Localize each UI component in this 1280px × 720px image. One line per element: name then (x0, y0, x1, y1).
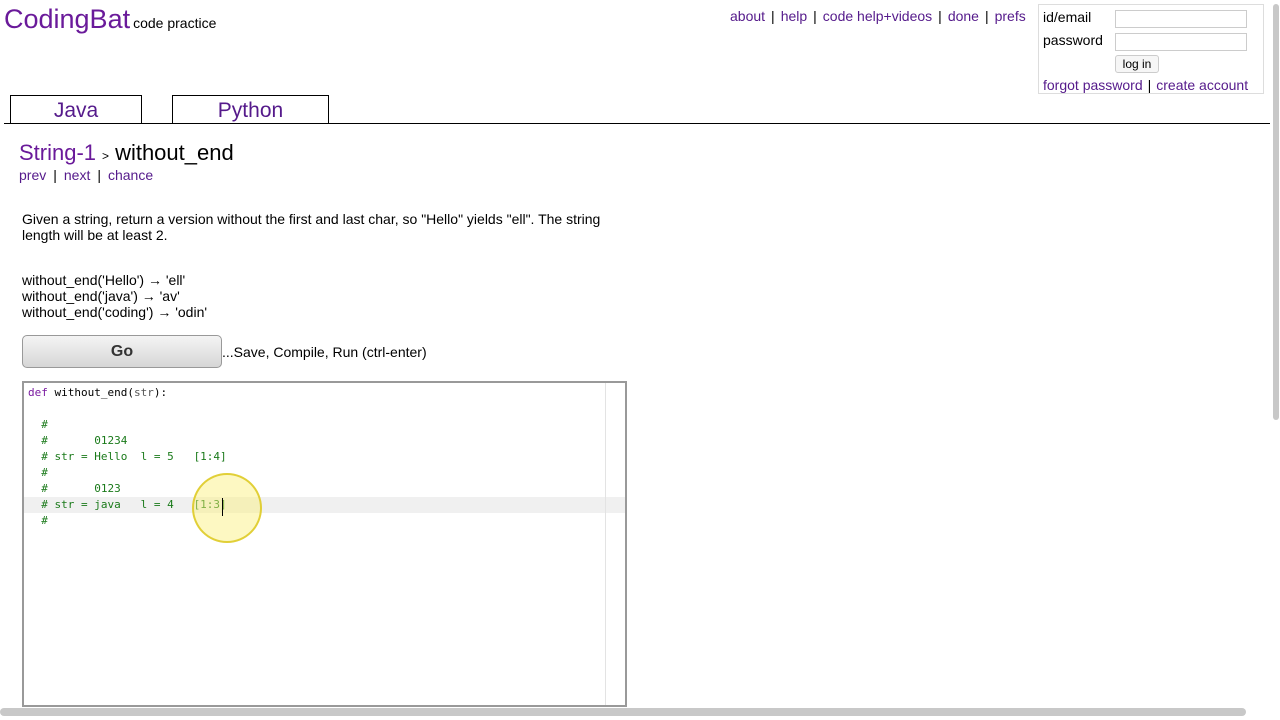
code-line[interactable]: # str = Hello l = 5 [1:4] (28, 449, 226, 465)
chance-link[interactable]: chance (108, 167, 153, 183)
code-line[interactable]: # 01234 (28, 433, 227, 449)
code-line[interactable]: def without_end(str): (28, 385, 227, 401)
breadcrumb-section-link[interactable]: String-1 (19, 140, 96, 165)
forgot-password-link[interactable]: forgot password (1043, 77, 1143, 93)
problem-description: Given a string, return a version without… (22, 211, 601, 243)
prev-next-chance: prev | next | chance (19, 167, 154, 183)
cursor-highlight-ring (192, 473, 262, 543)
nav-about-link[interactable]: about (730, 8, 765, 24)
create-account-link[interactable]: create account (1156, 77, 1248, 93)
nav-separator: | (938, 8, 942, 24)
examples: without_end('Hello') → 'ell' without_end… (22, 272, 207, 320)
page-title: without_end (115, 140, 234, 165)
nav-separator: | (984, 8, 989, 24)
breadcrumb: String-1 > without_end (19, 140, 234, 166)
next-link[interactable]: next (64, 167, 90, 183)
example-line: without_end('java') → 'av' (22, 288, 180, 304)
password-field[interactable] (1115, 33, 1247, 51)
brand-tagline: code practice (133, 15, 217, 31)
login-button[interactable]: log in (1115, 55, 1159, 73)
brand: CodingBat code practice (4, 4, 216, 35)
nav-separator: | (771, 8, 775, 24)
top-nav: about | help | code help+videos | done | prefs (730, 8, 1026, 24)
email-label: id/email (1043, 9, 1092, 25)
nav-prefs-link[interactable]: prefs (995, 8, 1026, 24)
password-label: password (1043, 32, 1103, 48)
nav-code-help-link[interactable]: code help+videos (823, 8, 932, 24)
login-links: forgot password | create account (1043, 77, 1249, 93)
code-editor[interactable]: def without_end(str): # # 01234 # str = … (22, 381, 627, 707)
tab-python[interactable]: Python (172, 95, 329, 124)
go-hint: ...Save, Compile, Run (ctrl-enter) (222, 344, 427, 360)
example-line: without_end('Hello') → 'ell' (22, 272, 186, 288)
code-line[interactable]: # (28, 465, 227, 481)
code-line[interactable]: # (28, 417, 227, 433)
editor-margin-line (605, 383, 606, 705)
nav-done-link[interactable]: done (948, 8, 979, 24)
def-keyword: def (28, 386, 48, 399)
code-line[interactable] (28, 401, 227, 417)
vertical-scrollbar[interactable] (1273, 4, 1279, 420)
tab-java[interactable]: Java (10, 95, 142, 124)
text-cursor-icon (222, 498, 223, 516)
codingbat-logo[interactable]: CodingBat (4, 4, 130, 34)
example-line: without_end('coding') → 'odin' (22, 304, 208, 320)
nav-help-link[interactable]: help (781, 8, 807, 24)
breadcrumb-arrow: > (102, 149, 110, 163)
nav-separator: | (813, 8, 817, 24)
go-button[interactable]: Go (22, 335, 222, 368)
login-box: id/email password log in forgot password… (1038, 4, 1264, 94)
prev-link[interactable]: prev (19, 167, 46, 183)
horizontal-scrollbar[interactable] (0, 708, 1246, 716)
tab-divider (4, 123, 1270, 124)
email-field[interactable] (1115, 10, 1247, 28)
